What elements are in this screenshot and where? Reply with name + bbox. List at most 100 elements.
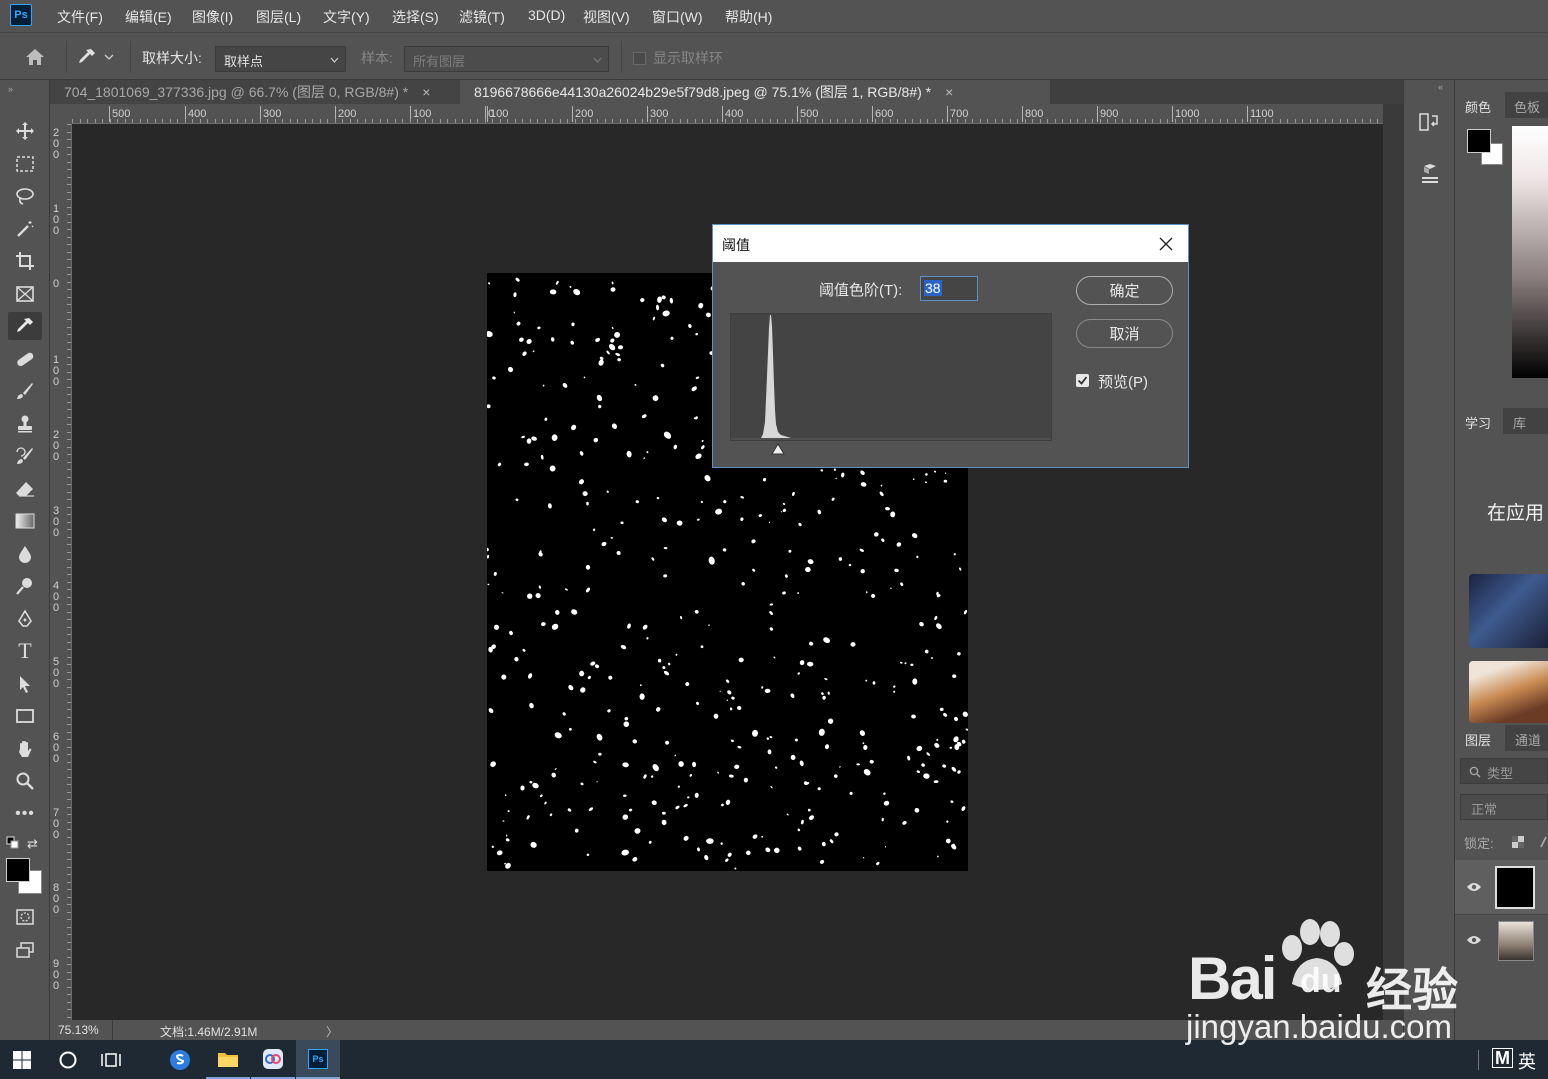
- status-menu-arrow-icon[interactable]: 〉: [326, 1023, 338, 1040]
- swap-colors-icon[interactable]: ⇄: [27, 836, 38, 852]
- more-tools-icon[interactable]: •••: [8, 800, 42, 828]
- tab-swatches[interactable]: 色板: [1514, 97, 1540, 116]
- foreground-color-swatch[interactable]: [6, 858, 30, 882]
- rectangle-tool-icon[interactable]: [8, 702, 42, 730]
- tab-document-1[interactable]: 704_1801069_377336.jpg @ 66.7% (图层 0, RG…: [50, 80, 460, 104]
- threshold-level-input[interactable]: 38: [920, 276, 978, 301]
- ime-language-indicator[interactable]: 英: [1518, 1048, 1536, 1074]
- threshold-slider-handle[interactable]: [770, 443, 785, 455]
- type-tool-icon[interactable]: T: [8, 637, 42, 665]
- task-view-icon[interactable]: [90, 1040, 134, 1079]
- quick-mask-icon[interactable]: [8, 903, 42, 931]
- vertical-scrollbar[interactable]: [1383, 104, 1403, 1020]
- zoom-tool-icon[interactable]: [8, 767, 42, 795]
- tab-layers[interactable]: 图层: [1465, 730, 1491, 749]
- foreground-color-swatch[interactable]: [1467, 129, 1491, 153]
- home-icon[interactable]: [20, 45, 50, 69]
- cancel-button[interactable]: 取消: [1076, 319, 1173, 348]
- lock-pixels-icon[interactable]: [1539, 836, 1548, 848]
- zoom-level[interactable]: 75.13%: [58, 1023, 99, 1037]
- screen-mode-icon[interactable]: [8, 936, 42, 964]
- file-explorer-icon[interactable]: [206, 1040, 250, 1079]
- sample-size-select[interactable]: 取样点: [215, 46, 346, 72]
- menu-file[interactable]: 文件(F): [57, 7, 103, 27]
- speckle: [821, 692, 824, 696]
- tab-color[interactable]: 颜色: [1465, 97, 1491, 116]
- learn-thumbnail-1[interactable]: [1469, 574, 1548, 648]
- marquee-tool-icon[interactable]: [8, 150, 42, 178]
- search-circle-icon[interactable]: [46, 1040, 90, 1079]
- visibility-eye-icon[interactable]: [1466, 881, 1482, 893]
- tab-learn[interactable]: 学习: [1465, 413, 1491, 432]
- learn-thumbnail-2[interactable]: [1469, 661, 1548, 723]
- watermark-url: jingyan.baidu.com: [1186, 1008, 1452, 1045]
- menu-view[interactable]: 视图(V): [583, 7, 630, 27]
- collapse-icon[interactable]: «: [1438, 82, 1443, 92]
- ok-button[interactable]: 确定: [1076, 276, 1173, 305]
- menu-layer[interactable]: 图层(L): [256, 7, 301, 27]
- clone-stamp-tool-icon[interactable]: [8, 410, 42, 438]
- gradient-tool-icon[interactable]: [8, 507, 42, 535]
- dialog-title-bar[interactable]: 阈值: [713, 225, 1188, 262]
- speckle: [942, 764, 947, 768]
- close-icon[interactable]: ×: [945, 84, 953, 100]
- vertical-ruler: 200 100 0 100 200 300 400 500 600 700 800 900: [50, 124, 72, 1020]
- sogou-browser-icon[interactable]: [158, 1040, 202, 1079]
- move-tool-icon[interactable]: [8, 117, 42, 145]
- speckle: [799, 760, 804, 767]
- menu-image[interactable]: 图像(I): [192, 7, 233, 27]
- tab-document-2[interactable]: 8196678666e44130a26024b29e5f79d8.jpeg @ …: [460, 80, 1050, 104]
- path-selection-tool-icon[interactable]: [8, 670, 42, 698]
- eyedropper-tool-icon[interactable]: [8, 312, 42, 340]
- menu-help[interactable]: 帮助(H): [725, 7, 772, 27]
- ime-mode-indicator[interactable]: M: [1492, 1048, 1513, 1068]
- blend-mode-select[interactable]: 正常: [1460, 794, 1548, 820]
- tab-libraries[interactable]: 库: [1513, 413, 1526, 432]
- frame-tool-icon[interactable]: [8, 280, 42, 308]
- properties-panel-icon[interactable]: [1418, 162, 1442, 189]
- collapse-icon[interactable]: »: [8, 84, 13, 94]
- menu-type[interactable]: 文字(Y): [323, 7, 370, 27]
- speckle: [493, 571, 497, 576]
- history-brush-tool-icon[interactable]: [8, 442, 42, 470]
- speckle: [725, 679, 730, 683]
- windows-start-icon[interactable]: [0, 1040, 44, 1079]
- menu-3d[interactable]: 3D(D): [528, 7, 565, 23]
- brush-tool-icon[interactable]: [8, 377, 42, 405]
- color-picker-field[interactable]: [1512, 126, 1548, 378]
- default-colors-icon[interactable]: [6, 836, 20, 853]
- pen-tool-icon[interactable]: [8, 605, 42, 633]
- menu-window[interactable]: 窗口(W): [652, 7, 703, 27]
- lasso-tool-icon[interactable]: [8, 182, 42, 210]
- magic-wand-tool-icon[interactable]: [8, 215, 42, 243]
- photoshop-taskbar-icon[interactable]: Ps: [296, 1040, 340, 1079]
- speckle: [730, 739, 734, 742]
- speckle: [492, 376, 496, 380]
- eyedropper-preset-icon[interactable]: [76, 45, 122, 69]
- speckle: [535, 593, 541, 599]
- crop-tool-icon[interactable]: [8, 247, 42, 275]
- ruler-tick: [647, 106, 648, 122]
- history-panel-icon[interactable]: [1418, 110, 1442, 137]
- show-ring-checkbox[interactable]: [633, 52, 646, 65]
- speckle: [885, 506, 890, 511]
- eraser-tool-icon[interactable]: [8, 475, 42, 503]
- app-icon[interactable]: [251, 1040, 295, 1079]
- menu-select[interactable]: 选择(S): [392, 7, 439, 27]
- sample-select[interactable]: 所有图层: [404, 46, 609, 72]
- menu-edit[interactable]: 编辑(E): [125, 7, 172, 27]
- layer-row-1[interactable]: [1455, 860, 1548, 914]
- preview-checkbox[interactable]: [1076, 374, 1089, 387]
- layer-filter-input[interactable]: 类型: [1460, 758, 1548, 784]
- ruler-tick: [487, 106, 488, 122]
- speckle: [946, 820, 949, 823]
- dodge-tool-icon[interactable]: [8, 572, 42, 600]
- hand-tool-icon[interactable]: [8, 735, 42, 763]
- close-icon[interactable]: ×: [422, 84, 430, 100]
- lock-transparency-icon[interactable]: [1511, 835, 1525, 849]
- close-icon[interactable]: [1159, 237, 1173, 251]
- menu-filter[interactable]: 滤镜(T): [459, 7, 505, 27]
- tab-channels[interactable]: 通道: [1515, 730, 1541, 749]
- blur-tool-icon[interactable]: [8, 540, 42, 568]
- healing-brush-tool-icon[interactable]: [8, 345, 42, 373]
